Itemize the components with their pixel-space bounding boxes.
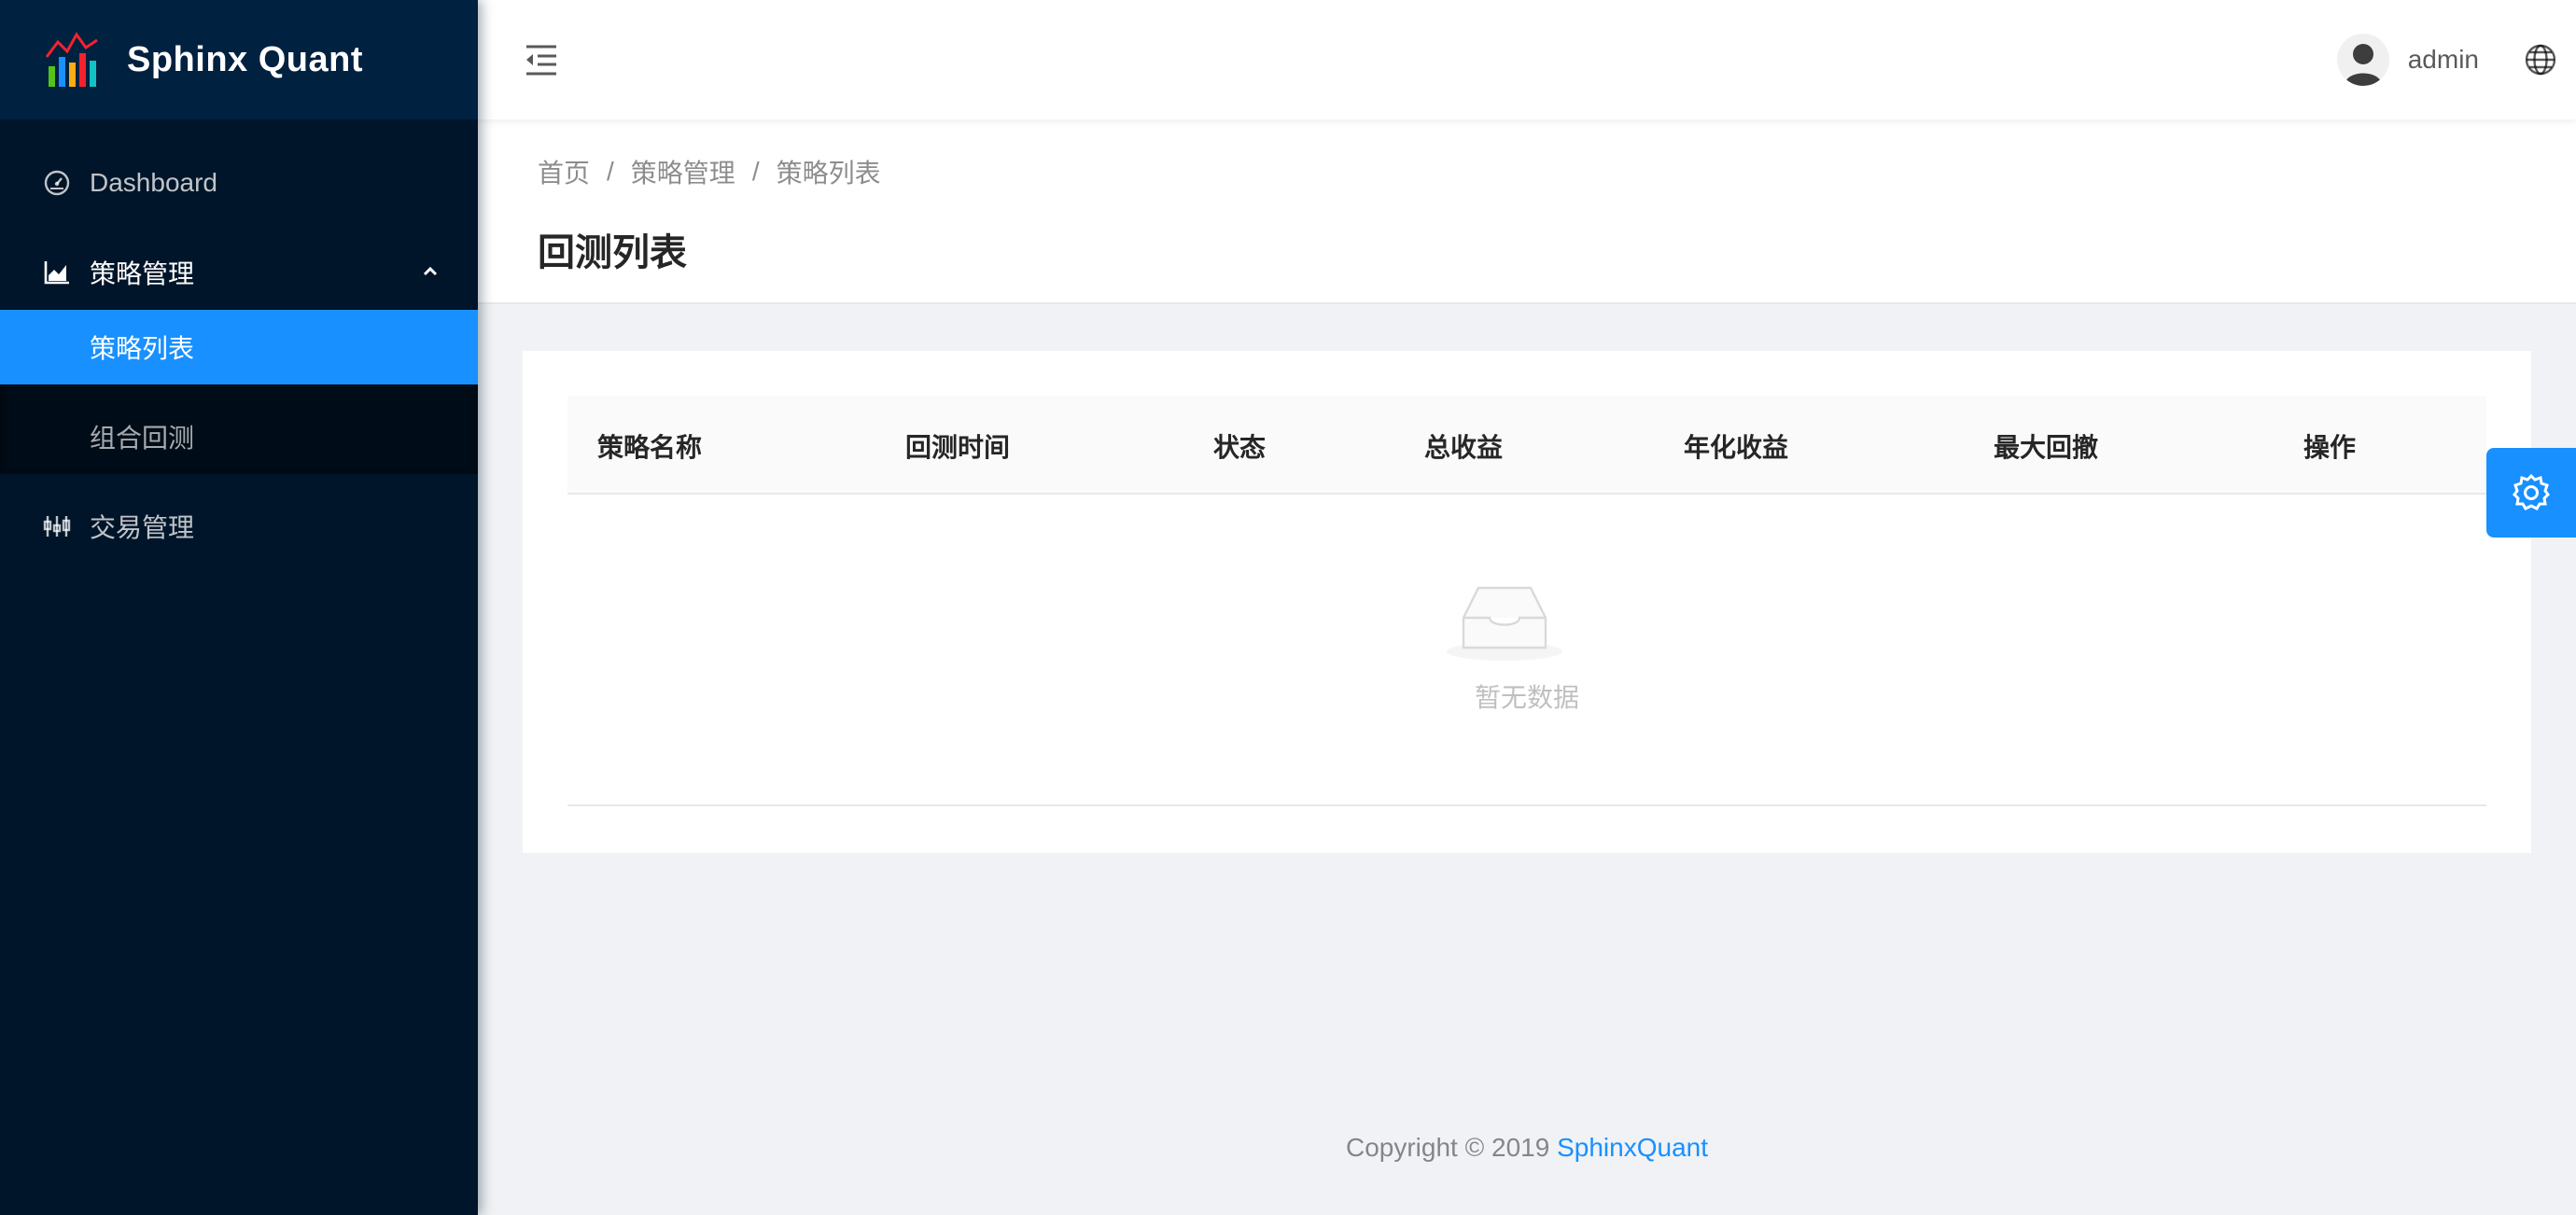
empty-text: 暂无数据 bbox=[1474, 683, 1579, 712]
inbox-empty-icon bbox=[1447, 586, 1562, 661]
area-chart-icon bbox=[43, 258, 71, 286]
top-header: admin bbox=[478, 0, 2576, 119]
menu-fold-icon[interactable] bbox=[523, 41, 560, 78]
logo[interactable]: Sphinx Quant bbox=[0, 0, 478, 119]
copyright-icon: © bbox=[1464, 1133, 1485, 1162]
sidebar-item-label: 交易管理 bbox=[90, 513, 195, 542]
dashboard-icon bbox=[43, 169, 71, 197]
sidebar-menu: Dashboard 策略管理 策略列表 组合回测 交易管理 bbox=[0, 119, 478, 564]
breadcrumb-separator: / bbox=[607, 157, 614, 186]
breadcrumb-item-home[interactable]: 首页 bbox=[538, 153, 590, 190]
backtest-table: 策略名称 回测时间 状态 总收益 年化收益 最大回撤 操作 暂无数据 bbox=[567, 396, 2486, 806]
sliders-icon bbox=[43, 512, 71, 540]
bar-chart-logo-icon bbox=[45, 32, 98, 87]
column-header-total-return[interactable]: 总收益 bbox=[1424, 427, 1503, 465]
page-header: 首页 / 策略管理 / 策略列表 回测列表 bbox=[478, 119, 2576, 304]
sidebar-item-label: 组合回测 bbox=[90, 424, 195, 453]
sidebar-item-label: 策略管理 bbox=[90, 259, 195, 288]
sidebar-item-dashboard[interactable]: Dashboard bbox=[0, 146, 478, 220]
sidebar-item-portfolio-backtest[interactable]: 组合回测 bbox=[0, 399, 478, 474]
footer-brand-link[interactable]: SphinxQuant bbox=[1557, 1133, 1708, 1162]
chevron-up-icon bbox=[423, 266, 438, 276]
column-header-backtest-time[interactable]: 回测时间 bbox=[905, 427, 1010, 465]
settings-drawer-button[interactable] bbox=[2486, 448, 2576, 538]
sidebar-item-label: Dashboard bbox=[90, 168, 217, 197]
username: admin bbox=[2407, 45, 2479, 74]
breadcrumb-separator: / bbox=[751, 157, 760, 186]
column-header-annual-return[interactable]: 年化收益 bbox=[1684, 427, 1788, 465]
sidebar-item-label: 策略列表 bbox=[90, 334, 195, 363]
globe-icon[interactable] bbox=[2524, 43, 2557, 77]
user-avatar-icon bbox=[2336, 34, 2389, 86]
column-header-max-drawdown[interactable]: 最大回撤 bbox=[1994, 427, 2098, 465]
breadcrumb-item-strategy[interactable]: 策略管理 bbox=[631, 153, 735, 190]
column-header-actions: 操作 bbox=[2303, 433, 2357, 462]
sidebar-item-strategy-list[interactable]: 策略列表 bbox=[0, 310, 478, 384]
table-empty-state: 暂无数据 bbox=[567, 495, 2486, 806]
table-header: 策略名称 回测时间 状态 总收益 年化收益 最大回撤 操作 bbox=[567, 396, 2486, 495]
app-name: Sphinx Quant bbox=[127, 39, 363, 79]
sidebar: Sphinx Quant Dashboard 策略管理 策略列表 组合回测 交易… bbox=[0, 0, 478, 1215]
breadcrumb-item-current: 策略列表 bbox=[776, 159, 881, 188]
user-menu[interactable]: admin bbox=[2336, 34, 2479, 86]
submenu-strategy: 策略列表 组合回测 bbox=[0, 310, 478, 474]
column-header-status[interactable]: 状态 bbox=[1213, 427, 1266, 465]
setting-icon bbox=[2513, 473, 2550, 510]
footer: Copyright © 2019 SphinxQuant bbox=[478, 1133, 2576, 1163]
page-title: 回测列表 bbox=[538, 232, 687, 273]
sidebar-item-trading[interactable]: 交易管理 bbox=[0, 489, 478, 564]
content-card: 策略名称 回测时间 状态 总收益 年化收益 最大回撤 操作 暂无数据 bbox=[523, 351, 2531, 853]
copyright-year: 2019 bbox=[1491, 1133, 1550, 1162]
copyright-label: Copyright bbox=[1345, 1133, 1458, 1162]
sidebar-item-strategy[interactable]: 策略管理 bbox=[0, 235, 478, 310]
breadcrumb: 首页 / 策略管理 / 策略列表 bbox=[538, 153, 881, 190]
column-header-strategy-name[interactable]: 策略名称 bbox=[597, 427, 702, 465]
